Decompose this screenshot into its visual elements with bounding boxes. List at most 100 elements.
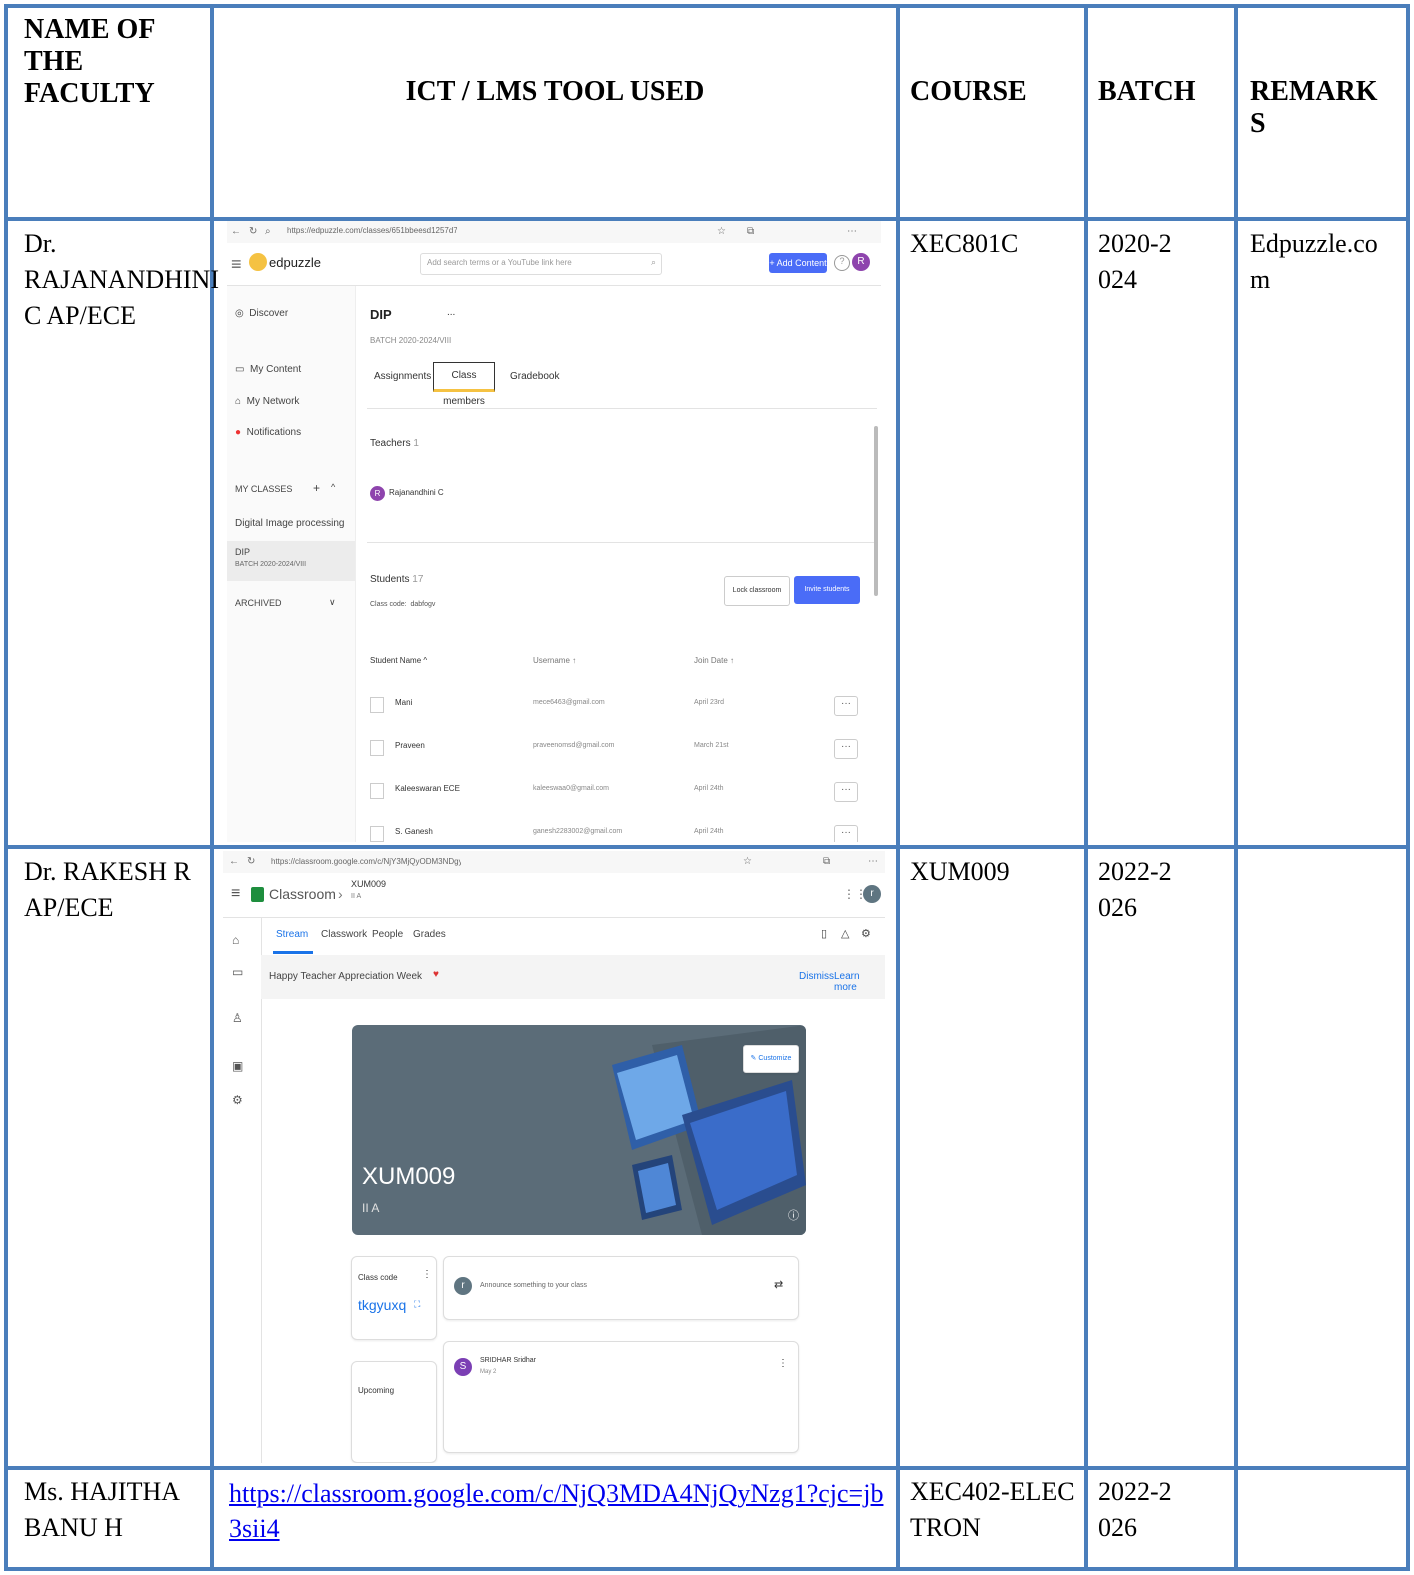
extensions-icon[interactable]: ⧉ — [823, 856, 830, 867]
sidebar-item-my-network[interactable]: ⌂ My Network — [235, 396, 299, 407]
bookmark-icon[interactable]: ☆ — [743, 856, 752, 867]
column-username[interactable]: Username ↑ — [533, 656, 576, 665]
tab-gradebook[interactable]: Gradebook — [510, 371, 559, 382]
sidebar-item-discover[interactable]: ◎ Discover — [235, 308, 288, 319]
fullscreen-icon[interactable]: ⛶ — [414, 1299, 420, 1310]
announce-card[interactable]: r Announce something to your class ⇄ — [443, 1256, 799, 1320]
menu-icon[interactable]: ≡ — [231, 885, 240, 903]
header-faculty: NAME OF THE FACULTY — [24, 14, 155, 109]
home-icon[interactable]: ⌂ — [232, 933, 239, 947]
add-class-icon[interactable]: + — [313, 481, 320, 495]
add-content-button[interactable]: + Add Content — [769, 253, 827, 273]
edpuzzle-sidebar: ◎ Discover ▭ My Content ⌂ My Network ● N… — [227, 286, 356, 842]
hero-subtitle: II A — [362, 1201, 380, 1215]
row-checkbox[interactable] — [370, 783, 384, 799]
calendar-icon[interactable]: ▭ — [232, 965, 243, 979]
row-menu-button[interactable]: ··· — [834, 696, 858, 716]
chevron-right-icon: › — [338, 886, 343, 902]
student-join-date: April 24th — [694, 828, 724, 835]
row-menu-button[interactable]: ··· — [834, 782, 858, 802]
extensions-icon[interactable]: ⧉ — [747, 226, 754, 237]
calendar-icon[interactable]: ▯ — [821, 927, 827, 940]
chevron-down-icon[interactable]: ∨ — [329, 597, 336, 608]
bell-icon: ● — [235, 427, 242, 438]
class-menu-icon[interactable]: ... — [447, 307, 455, 318]
header-tool: ICT / LMS TOOL USED — [405, 76, 705, 107]
row-menu-button[interactable]: ··· — [834, 739, 858, 759]
column-student-name[interactable]: Student Name ^ — [370, 656, 427, 665]
classroom-link[interactable]: https://classroom.google.com/c/NjQ3MDA4N… — [229, 1476, 889, 1546]
row-checkbox[interactable] — [370, 740, 384, 756]
chevron-up-icon[interactable]: ^ — [331, 482, 335, 492]
tab-assignments[interactable]: Assignments — [374, 371, 431, 382]
sidebar-item-my-content[interactable]: ▭ My Content — [235, 364, 301, 375]
app-name[interactable]: Classroom — [269, 886, 336, 902]
settings-icon[interactable]: ⚙ — [232, 1093, 243, 1107]
bookmark-icon[interactable]: ☆ — [717, 226, 726, 237]
divider — [367, 542, 877, 543]
row-menu-button[interactable]: ··· — [834, 825, 858, 842]
more-icon[interactable]: ⋯ — [868, 856, 878, 867]
help-icon[interactable]: ? — [834, 255, 850, 271]
student-name: Kaleeswaran ECE — [395, 784, 460, 793]
dismiss-button[interactable]: Dismiss — [799, 971, 834, 982]
sidebar-item-active-class[interactable]: DIP BATCH 2020-2024/VIII — [227, 541, 355, 581]
laptop-illustration-icon — [612, 1025, 806, 1235]
sidebar-item-notifications[interactable]: ● Notifications — [235, 427, 301, 438]
sidebar-item-class[interactable]: Digital Image processing — [235, 518, 345, 529]
more-vert-icon[interactable]: ⋮ — [422, 1269, 432, 1280]
class-hero-banner: ✎ Customize XUM009 II A ⓘ — [352, 1025, 806, 1235]
browser-toolbar: ← ↻ https://classroom.google.com/c/NjY3M… — [223, 851, 885, 873]
search-input[interactable]: Add search terms or a YouTube link here … — [420, 253, 662, 275]
network-icon: ⌂ — [235, 396, 242, 407]
reload-icon[interactable]: ↻ — [247, 856, 255, 867]
faculty-name: Dr. RAJANANDHINI C AP/ECE — [24, 229, 219, 330]
lock-classroom-button[interactable]: Lock classroom — [724, 576, 790, 606]
drive-icon[interactable]: △ — [841, 927, 849, 940]
column-join-date[interactable]: Join Date ↑ — [694, 656, 734, 665]
archived-heading[interactable]: ARCHIVED — [235, 598, 282, 608]
menu-icon[interactable]: ≡ — [231, 254, 242, 275]
header-remarks: REMARKS — [1250, 76, 1378, 139]
course-code[interactable]: XUM009 — [351, 879, 386, 889]
table-row: Praveen praveenomsd@gmail.com March 21st… — [367, 729, 877, 769]
avatar[interactable]: R — [852, 253, 870, 271]
page-title: DIP — [370, 307, 392, 322]
scrollbar[interactable] — [874, 426, 878, 596]
reload-icon[interactable]: ↻ — [249, 226, 257, 237]
tab-stream[interactable]: Stream — [276, 929, 308, 940]
table-border — [4, 1466, 1410, 1470]
faculty-name: Ms. HAJITHA BANU H — [24, 1477, 179, 1542]
table-border — [4, 1567, 1410, 1571]
people-icon[interactable]: ♙ — [232, 1011, 243, 1025]
customize-button[interactable]: ✎ Customize — [743, 1045, 799, 1073]
student-username: kaleeswaa0@gmail.com — [533, 785, 609, 792]
back-icon[interactable]: ← — [229, 856, 239, 867]
learn-more-link[interactable]: Learn more — [834, 971, 885, 993]
repost-icon[interactable]: ⇄ — [774, 1278, 783, 1291]
announce-input[interactable]: Announce something to your class — [480, 1282, 587, 1289]
table-border — [4, 845, 1410, 849]
more-icon[interactable]: ⋯ — [847, 226, 857, 237]
student-username: mece6463@gmail.com — [533, 699, 605, 706]
tab-class-members[interactable]: Class members — [433, 362, 495, 407]
header-course: COURSE — [910, 76, 1027, 107]
faculty-ict-table: NAME OF THE FACULTY ICT / LMS TOOL USED … — [0, 0, 1414, 1575]
tab-grades[interactable]: Grades — [413, 929, 446, 940]
archive-icon[interactable]: ▣ — [232, 1059, 243, 1073]
row-checkbox[interactable] — [370, 826, 384, 842]
address-bar[interactable]: https://classroom.google.com/c/NjY3MjQyO… — [271, 857, 461, 866]
invite-students-button[interactable]: Invite students — [794, 576, 860, 604]
student-name: Praveen — [395, 741, 425, 750]
avatar[interactable]: r — [863, 885, 881, 903]
more-vert-icon[interactable]: ⋮ — [778, 1358, 788, 1369]
teachers-heading: Teachers 1 — [370, 438, 419, 449]
class-code[interactable]: tkgyuxq — [358, 1297, 406, 1313]
address-bar[interactable]: https://edpuzzle.com/classes/651bbeesd12… — [287, 226, 457, 235]
tab-classwork[interactable]: Classwork — [321, 929, 367, 940]
row-checkbox[interactable] — [370, 697, 384, 713]
gear-icon[interactable]: ⚙ — [861, 927, 871, 940]
tab-people[interactable]: People — [372, 929, 403, 940]
back-icon[interactable]: ← — [231, 226, 241, 237]
info-icon[interactable]: ⓘ — [788, 1207, 799, 1223]
